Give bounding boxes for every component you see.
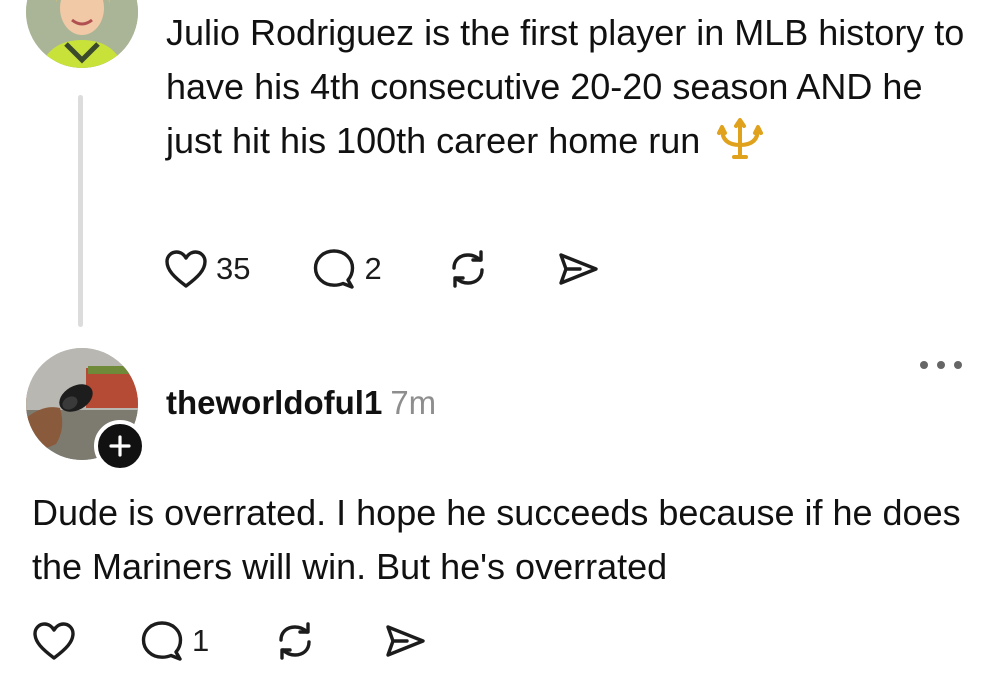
send-icon <box>559 253 598 285</box>
repost-icon <box>279 622 311 660</box>
more-options-button[interactable] <box>920 352 962 378</box>
post-actions: 35 2 <box>164 248 600 290</box>
comment-bubble-icon <box>314 249 355 289</box>
timestamp: 7m <box>390 384 437 421</box>
comment-button[interactable]: 2 <box>312 248 382 290</box>
share-button[interactable] <box>383 621 427 661</box>
comment-count: 1 <box>192 623 210 658</box>
share-button[interactable] <box>556 249 600 289</box>
username-link[interactable]: theworldoful1 <box>166 384 382 421</box>
reply-header: theworldoful1 7m <box>166 384 436 422</box>
trident-emoji-icon <box>716 117 764 174</box>
like-button[interactable]: 35 <box>164 249 250 289</box>
repost-button[interactable] <box>446 248 490 290</box>
avatar-photo <box>26 0 138 68</box>
post-text: Julio Rodriguez is the first player in M… <box>166 12 965 161</box>
reply-body: Dude is overrated. I hope he succeeds be… <box>32 492 961 587</box>
like-count: 35 <box>216 251 251 286</box>
repost-icon <box>452 250 484 288</box>
comment-count: 2 <box>364 251 382 286</box>
more-horizontal-icon <box>920 361 928 369</box>
follow-button[interactable] <box>94 420 146 472</box>
reply-actions: 1 <box>32 620 427 662</box>
author-avatar[interactable] <box>26 0 138 68</box>
thread-connector-line <box>78 95 83 327</box>
heart-icon <box>33 622 75 660</box>
post-body: Julio Rodriguez is the first player in M… <box>166 6 976 174</box>
heart-icon <box>165 250 207 288</box>
like-button[interactable] <box>32 621 76 661</box>
comment-button[interactable]: 1 <box>140 620 209 662</box>
repost-button[interactable] <box>273 620 317 662</box>
send-icon <box>386 625 425 657</box>
comment-bubble-icon <box>141 621 183 661</box>
plus-icon <box>109 435 131 457</box>
